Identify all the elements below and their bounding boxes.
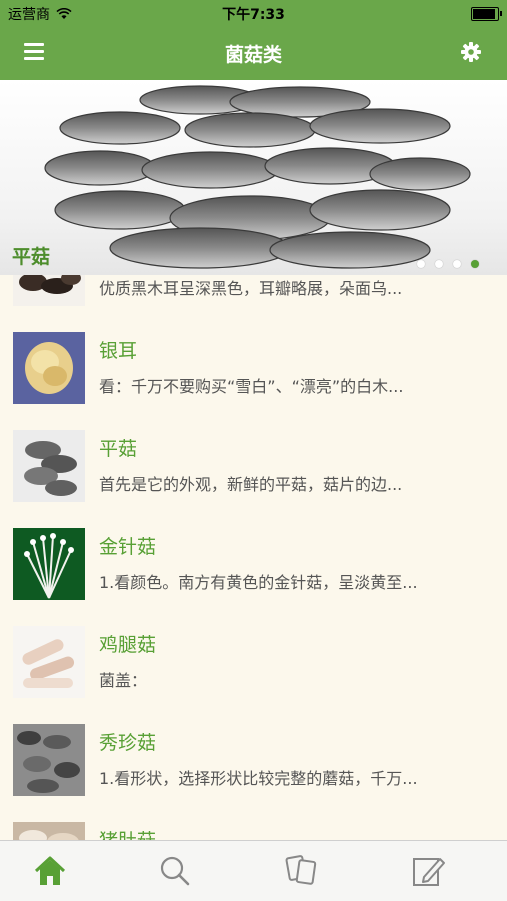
gear-icon[interactable] [459, 40, 483, 64]
tab-bar [0, 840, 507, 901]
list-item[interactable]: 平菇 首先是它的外观，新鲜的平菇，菇片的边... [0, 416, 507, 515]
item-description: 首先是它的外观，新鲜的平菇，菇片的边... [99, 475, 403, 494]
item-title: 秀珍菇 [99, 732, 157, 754]
item-title: 银耳 [99, 340, 138, 362]
cards-icon[interactable] [282, 853, 322, 889]
page-title: 菌菇类 [224, 44, 282, 66]
item-description: 1.看颜色。南方有黄色的金针菇，呈淡黄至... [99, 573, 418, 592]
edit-icon[interactable] [408, 853, 448, 889]
list-item[interactable]: 金针菇 1.看颜色。南方有黄色的金针菇，呈淡黄至... [0, 514, 507, 613]
item-description: 看：千万不要购买“雪白”、“漂亮”的白木... [99, 377, 404, 396]
list-item[interactable]: 猪肚菇 [0, 808, 507, 840]
item-title: 猪肚菇 [99, 826, 156, 840]
list-item[interactable]: 秀珍菇 1.看形状，选择形状比较完整的蘑菇，千万... [0, 710, 507, 809]
clock: 下午7:33 [222, 7, 285, 23]
carousel-dot[interactable] [417, 260, 425, 268]
battery-icon [471, 7, 502, 21]
item-description: 优质黑木耳呈深黑色，耳瓣略展，朵面乌... [99, 279, 403, 298]
oyster-mushroom-thumbnail [13, 430, 85, 502]
carousel-dot-active[interactable] [471, 260, 479, 268]
list-item[interactable]: 银耳 看：千万不要购买“雪白”、“漂亮”的白木... [0, 318, 507, 417]
mushroom-list[interactable]: 优质黑木耳呈深黑色，耳瓣略展，朵面乌... 银耳 看：千万不要购买“雪白”、“漂… [0, 255, 507, 840]
banner-caption: 平菇 [12, 246, 51, 268]
banner-carousel[interactable]: 平菇 [0, 80, 507, 275]
list-item[interactable]: 鸡腿菇 菌盖： [0, 612, 507, 711]
pleurotus-thumbnail [13, 724, 85, 796]
funnel-mushroom-thumbnail [13, 822, 85, 840]
home-icon[interactable] [30, 853, 70, 889]
nav-bar: 菌菇类 [0, 26, 507, 80]
status-bar: 运营商 下午7:33 [0, 0, 507, 26]
item-title: 金针菇 [99, 536, 157, 558]
carousel-dot[interactable] [435, 260, 443, 268]
oyster-mushroom-banner-image [44, 85, 471, 269]
carousel-indicator[interactable] [417, 260, 479, 268]
shaggy-mane-thumbnail [13, 626, 85, 698]
item-title: 平菇 [99, 438, 138, 460]
item-description: 菌盖： [99, 671, 148, 690]
item-title: 鸡腿菇 [99, 634, 157, 656]
carousel-dot[interactable] [453, 260, 461, 268]
enoki-mushroom-thumbnail [13, 528, 85, 600]
white-fungus-thumbnail [13, 332, 85, 404]
item-description: 1.看形状，选择形状比较完整的蘑菇，千万... [99, 769, 418, 788]
search-icon[interactable] [155, 853, 195, 889]
